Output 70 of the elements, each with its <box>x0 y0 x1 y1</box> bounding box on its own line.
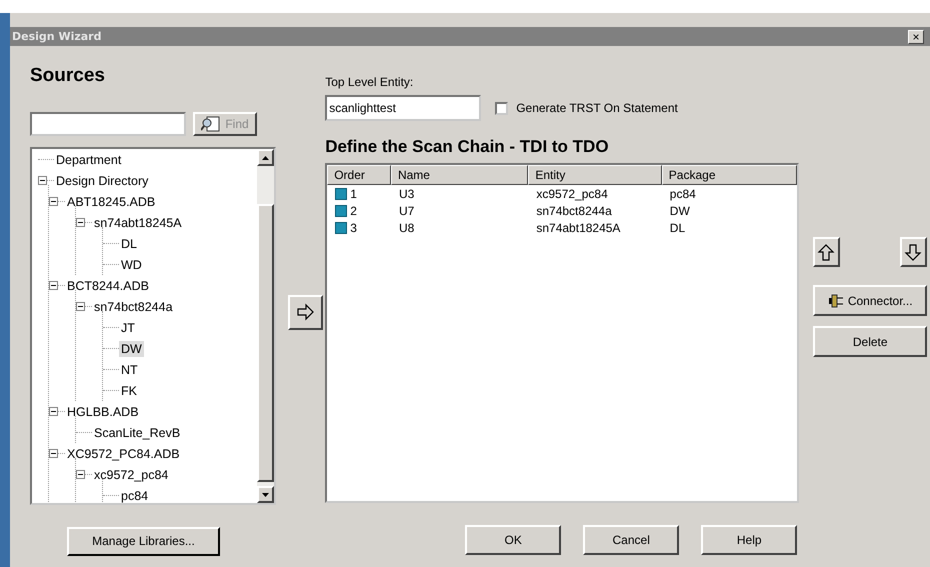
window-title: Design Wizard <box>12 30 102 43</box>
column-header[interactable]: Entity <box>528 165 662 185</box>
move-down-button[interactable] <box>900 237 928 267</box>
collapse-toggle[interactable] <box>76 302 85 311</box>
tree-item[interactable]: NT <box>119 362 140 378</box>
scan-chain-heading: Define the Scan Chain - TDI to TDO <box>325 137 610 158</box>
manage-libraries-button[interactable]: Manage Libraries... <box>67 526 220 556</box>
tree-item[interactable]: DL <box>119 236 139 252</box>
tree-item[interactable]: xc9572_pc84 <box>92 466 170 482</box>
tree-item[interactable]: JT <box>119 320 137 336</box>
tree-item[interactable]: Department <box>54 152 124 168</box>
table-cell-text: xc9572_pc84 <box>535 186 609 200</box>
tree-item[interactable]: ScanLite_RevB <box>92 424 182 440</box>
tree-item[interactable]: XC9572_PC84.ADB <box>65 446 182 462</box>
up-triangle-icon <box>262 156 270 160</box>
collapse-toggle[interactable] <box>76 470 85 479</box>
table-cell-text: U7 <box>398 204 416 218</box>
sources-heading: Sources <box>30 65 106 88</box>
collapse-toggle[interactable] <box>49 449 58 458</box>
table-cell-text: DW <box>668 204 691 218</box>
tree-item[interactable]: FK <box>119 382 139 398</box>
column-header[interactable]: Order <box>327 165 391 185</box>
table-cell-text: DL <box>668 220 686 234</box>
dialog-button[interactable]: OK <box>465 525 562 555</box>
collapse-toggle[interactable] <box>49 281 58 290</box>
collapse-toggle[interactable] <box>76 218 85 227</box>
table-cell-text: sn74abt18245A <box>535 220 622 234</box>
column-header[interactable]: Package <box>662 165 798 185</box>
tree-item[interactable]: pc84 <box>119 488 150 503</box>
collapse-toggle[interactable] <box>49 197 58 206</box>
tree-item[interactable]: ABT18245.ADB <box>65 194 158 210</box>
dialog-button[interactable]: Cancel <box>583 525 680 555</box>
tree-item[interactable]: BCT8244.ADB <box>65 278 151 294</box>
device-icon <box>335 222 348 234</box>
table-cell-text: sn74bct8244a <box>535 204 613 218</box>
device-icon <box>335 204 348 216</box>
checkbox-label: Generate TRST On Statement <box>516 101 678 115</box>
device-icon <box>335 188 348 200</box>
scrollbar[interactable] <box>257 149 274 503</box>
search-field[interactable] <box>30 112 186 136</box>
top-level-entity-field[interactable]: scanlighttest <box>325 95 482 121</box>
connector-icon <box>828 292 844 308</box>
tree-item[interactable]: HGLBB.ADB <box>65 404 141 420</box>
delete-button[interactable]: Delete <box>813 326 928 357</box>
tree-item[interactable]: DW <box>119 340 144 356</box>
field-label: Top Level Entity: <box>325 75 414 89</box>
down-arrow-icon <box>904 242 924 262</box>
right-arrow-icon <box>296 303 316 322</box>
collapse-toggle[interactable] <box>49 407 58 416</box>
tree-item[interactable]: sn74abt18245A <box>92 214 184 230</box>
up-arrow-icon <box>817 242 836 262</box>
connector-button[interactable]: Connector... <box>813 285 928 316</box>
tree-item[interactable]: Design Directory <box>54 172 150 188</box>
table-cell-text: pc84 <box>668 186 697 200</box>
checkbox[interactable] <box>495 102 508 114</box>
move-up-button[interactable] <box>813 237 840 267</box>
search-icon <box>201 116 222 132</box>
down-triangle-icon <box>262 492 270 496</box>
table-cell: 3 <box>350 220 357 234</box>
tree-item[interactable]: WD <box>119 256 144 272</box>
table-cell: 1 <box>350 186 357 200</box>
column-header[interactable]: Name <box>390 165 528 185</box>
close-button[interactable]: × <box>908 30 924 44</box>
collapse-toggle[interactable] <box>38 176 47 185</box>
dialog-button[interactable]: Help <box>701 525 798 555</box>
add-button[interactable] <box>288 295 324 330</box>
table-cell: 2 <box>350 204 357 218</box>
tree-item[interactable]: sn74bct8244a <box>92 298 175 314</box>
table-cell-text: U3 <box>398 186 416 200</box>
table-cell-text: U8 <box>398 220 416 234</box>
